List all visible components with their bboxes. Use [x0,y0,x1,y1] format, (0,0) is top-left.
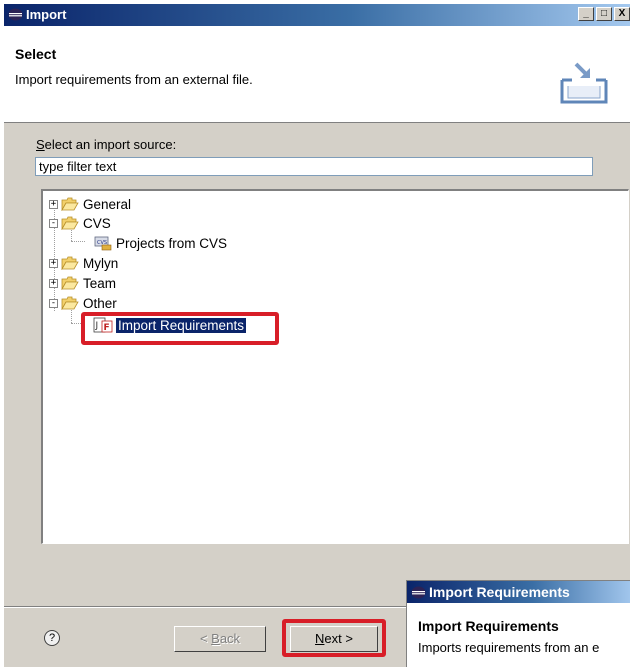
tree-connector [71,241,85,242]
eclipse-icon [8,8,23,21]
tree-item-label: Other [83,295,117,311]
folder-open-icon [61,296,79,310]
import-source-label: Select an import source: [36,137,176,152]
import-source-tree[interactable]: + General - CVS CVS Projects from CVS + … [41,189,629,544]
import-source-accelerator: S [36,137,45,152]
tree-item-mylyn[interactable]: + Mylyn [49,254,118,272]
minimize-button[interactable]: _ [578,7,594,21]
title-bar[interactable]: Import _ □ X [4,4,630,26]
folder-open-icon [61,256,79,270]
popup-title: Import Requirements [429,584,570,600]
window-title: Import [26,7,67,22]
tree-item-label: Team [83,275,117,291]
popup-title-bar: Import Requirements [407,581,630,603]
popup-description: Imports requirements from an e [418,640,600,655]
requirements-info-popup: Import Requirements Import Requirements … [406,580,630,667]
collapse-icon[interactable]: - [49,298,58,308]
cvs-project-icon: CVS [94,236,112,251]
highlight-annotation [282,619,386,657]
wizard-header: Select Import requirements from an exter… [4,26,630,123]
tree-item-projects-from-cvs[interactable]: CVS Projects from CVS [93,234,227,252]
import-wizard-icon [560,62,608,104]
eclipse-icon [411,586,426,599]
help-icon[interactable]: ? [44,630,60,646]
tree-item-cvs[interactable]: - CVS [49,214,111,232]
page-title: Select [15,46,57,62]
folder-open-icon [61,216,79,230]
collapse-icon[interactable]: - [49,218,58,228]
expand-icon[interactable]: + [49,278,58,288]
tree-item-other[interactable]: - Other [49,294,117,312]
filter-input[interactable] [35,157,593,176]
maximize-button[interactable]: □ [596,7,612,21]
back-button-prefix: < [199,631,212,646]
tree-item-label: General [83,196,132,212]
expand-icon[interactable]: + [49,199,58,209]
tree-item-label: CVS [83,215,111,231]
expand-icon[interactable]: + [49,258,58,268]
import-dialog: Import _ □ X Select Import requirements … [3,3,630,667]
window-controls: _ □ X [578,7,630,21]
page-description: Import requirements from an external fil… [15,72,253,87]
back-button-label: ack [219,631,241,646]
folder-open-icon [61,276,79,290]
back-button[interactable]: < Back [174,626,266,652]
tree-item-team[interactable]: + Team [49,274,116,292]
tree-item-label: Mylyn [83,255,119,271]
folder-open-icon [61,197,79,211]
import-source-label-text: elect an import source: [44,137,177,152]
close-button[interactable]: X [614,7,630,21]
popup-heading: Import Requirements [418,618,559,634]
back-button-accelerator: B [211,631,220,646]
tree-item-general[interactable]: + General [49,195,131,213]
tree-item-label: Projects from CVS [116,235,228,251]
highlight-annotation [81,312,279,345]
